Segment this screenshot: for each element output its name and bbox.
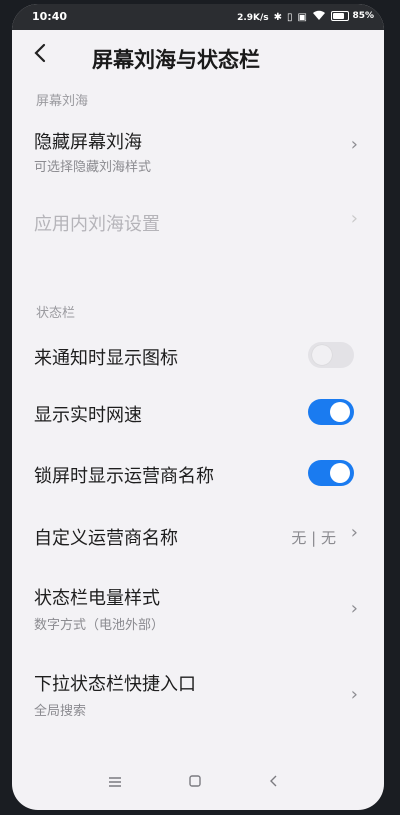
row-label: 状态栏电量样式 — [34, 588, 160, 609]
section-notch-label: 屏幕刘海 — [36, 94, 89, 109]
row-value: 无 | 无 — [291, 529, 336, 547]
toggle-knob — [330, 463, 350, 483]
row-pulldown[interactable]: 下拉状态栏快捷入口 全局搜索 › — [12, 666, 384, 726]
row-notif-icons[interactable]: 来通知时显示图标 — [12, 334, 384, 378]
row-label: 应用内刘海设置 — [34, 214, 160, 235]
status-icons: 2.9K/s ✱ ▯ ▣ — [237, 10, 326, 25]
row-sub: 全局搜索 — [34, 704, 87, 719]
chevron-right-icon: › — [350, 134, 358, 155]
chevron-left-icon — [34, 43, 46, 63]
wifi-icon — [312, 10, 326, 25]
row-sub: 可选择隐藏刘海样式 — [34, 160, 152, 175]
menu-button[interactable] — [108, 772, 122, 793]
phone-frame: 10:40 2.9K/s ✱ ▯ ▣ 85% 屏幕刘海与状态栏 屏幕刘海 隐藏屏… — [0, 0, 400, 815]
carrier-lock-toggle[interactable] — [308, 460, 354, 486]
chevron-right-icon: › — [350, 522, 358, 543]
net-speed-text: 2.9K/s — [237, 12, 269, 23]
notif-icons-toggle[interactable] — [308, 342, 354, 368]
battery-indicator: 85% — [331, 11, 374, 21]
screen: 10:40 2.9K/s ✱ ▯ ▣ 85% 屏幕刘海与状态栏 屏幕刘海 隐藏屏… — [12, 4, 384, 810]
page-title: 屏幕刘海与状态栏 — [92, 48, 260, 72]
toggle-knob — [330, 402, 350, 422]
row-carrier-lock[interactable]: 锁屏时显示运营商名称 — [12, 452, 384, 496]
row-sub: 数字方式（电池外部） — [34, 618, 165, 633]
home-button[interactable] — [188, 772, 202, 793]
chevron-right-icon: › — [350, 208, 358, 229]
chevron-right-icon: › — [350, 598, 358, 619]
status-time: 10:40 — [32, 10, 68, 23]
row-label: 自定义运营商名称 — [34, 528, 178, 549]
page-header: 屏幕刘海与状态栏 — [12, 32, 384, 82]
back-button[interactable] — [32, 42, 60, 70]
battery-percent: 85% — [352, 11, 374, 21]
section-statusbar-label: 状态栏 — [36, 306, 76, 321]
net-speed-toggle[interactable] — [308, 399, 354, 425]
row-label: 下拉状态栏快捷入口 — [34, 674, 196, 695]
row-in-app-notch[interactable]: 应用内刘海设置 › — [12, 200, 384, 244]
row-label: 来通知时显示图标 — [34, 348, 178, 369]
vibrate-icon: ▯ — [287, 11, 293, 23]
row-label: 显示实时网速 — [34, 405, 142, 426]
toggle-knob — [312, 345, 332, 365]
nav-back-button[interactable] — [268, 772, 278, 793]
chevron-right-icon: › — [350, 684, 358, 705]
row-net-speed[interactable]: 显示实时网速 — [12, 391, 384, 435]
menu-icon — [109, 777, 121, 787]
row-battery-style[interactable]: 状态栏电量样式 数字方式（电池外部） › — [12, 580, 384, 640]
battery-icon — [331, 11, 350, 21]
navigation-bar — [12, 756, 384, 810]
row-label: 隐藏屏幕刘海 — [34, 132, 142, 153]
home-icon — [189, 775, 201, 787]
status-bar: 10:40 2.9K/s ✱ ▯ ▣ 85% — [12, 4, 384, 30]
row-custom-carrier[interactable]: 自定义运营商名称 无 | 无 › — [12, 514, 384, 558]
row-hide-notch[interactable]: 隐藏屏幕刘海 可选择隐藏刘海样式 › — [12, 124, 384, 180]
back-icon — [270, 775, 277, 787]
row-label: 锁屏时显示运营商名称 — [34, 466, 214, 487]
nfc-icon: ▣ — [297, 11, 307, 23]
bluetooth-icon: ✱ — [273, 11, 283, 23]
